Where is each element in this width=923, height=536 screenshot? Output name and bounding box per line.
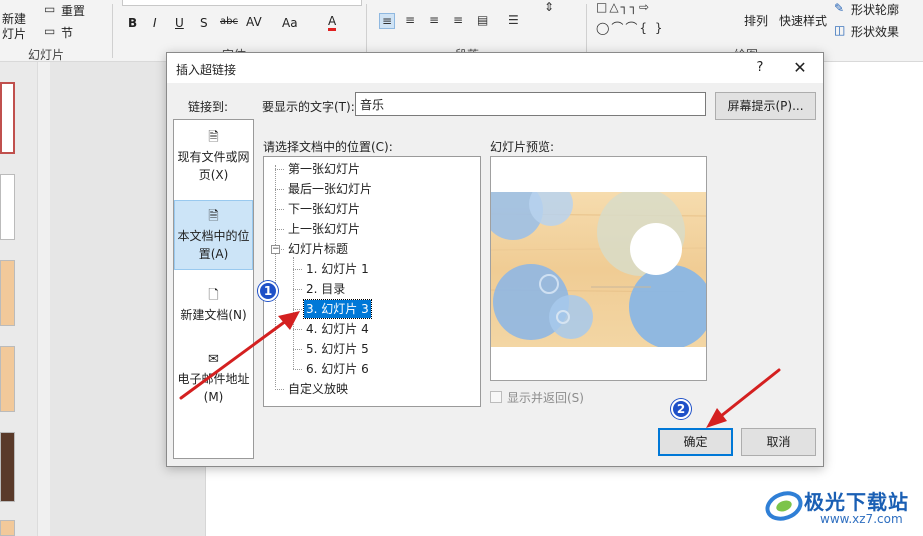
step-badge-2: 2	[671, 399, 691, 419]
aurora-logo-icon	[765, 491, 803, 521]
watermark-url: www.xz7.com	[820, 512, 903, 526]
watermark: 极光下载站 www.xz7.com	[762, 480, 922, 536]
arrow-to-slide-3	[179, 311, 300, 400]
arrow-to-ok	[706, 368, 781, 428]
watermark-logo-text: 极光下载站	[804, 490, 909, 514]
step-badge-1: 1	[258, 281, 278, 301]
annotation-arrows	[179, 311, 781, 428]
